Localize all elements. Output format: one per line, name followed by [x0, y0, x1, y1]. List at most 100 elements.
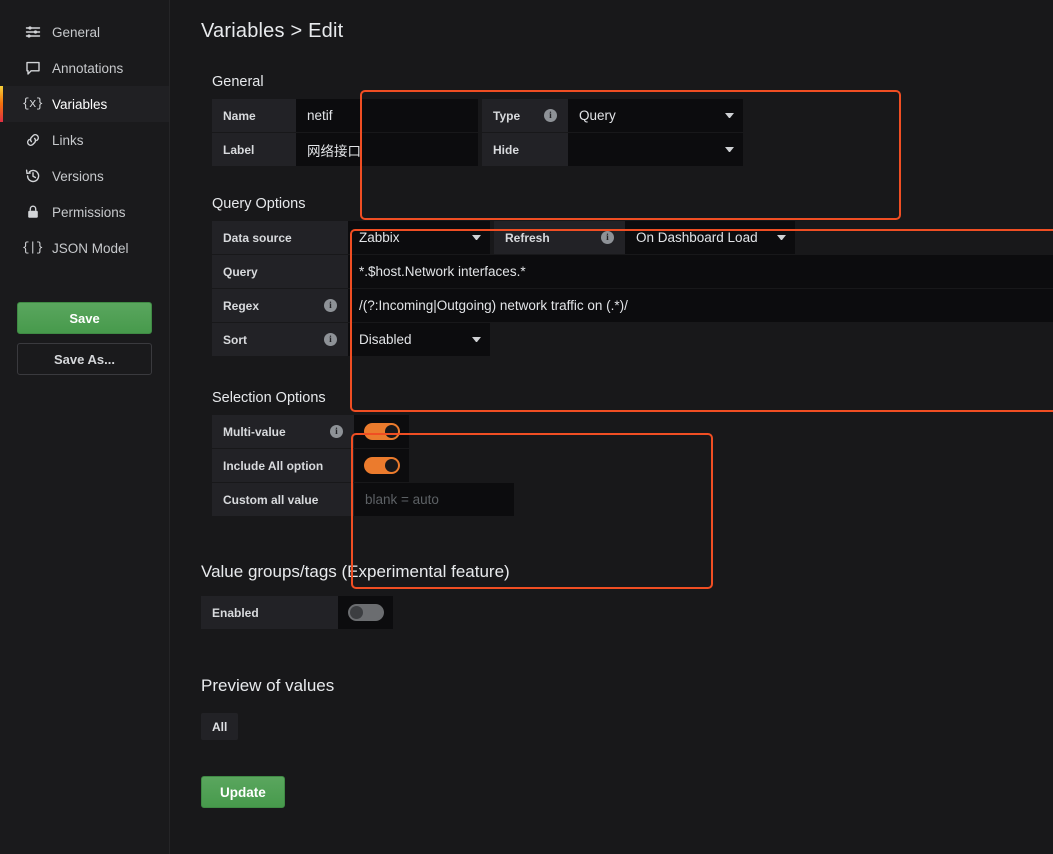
general-section: General Name Type i Query	[201, 60, 1053, 166]
name-label-text: Name	[223, 108, 256, 123]
sort-select-value: Disabled	[359, 332, 412, 347]
refresh-label-text: Refresh	[505, 230, 550, 245]
save-as-button[interactable]: Save As...	[17, 343, 152, 375]
include-all-toggle-cell	[354, 449, 409, 482]
sort-select[interactable]: Disabled	[348, 323, 490, 356]
datasource-field-label: Data source	[212, 221, 348, 254]
sort-label-text: Sort	[223, 332, 247, 347]
selection-row-custom-all: Custom all value	[201, 483, 1053, 516]
footer-actions: Update	[201, 776, 1053, 808]
datasource-select-value: Zabbix	[359, 230, 400, 245]
refresh-field-label: Refresh i	[494, 221, 625, 254]
sidebar-item-annotations[interactable]: Annotations	[0, 50, 169, 86]
query-row-datasource-refresh: Data source Zabbix Refresh i On Dashboar…	[201, 221, 1053, 254]
type-field-label: Type i	[482, 99, 568, 132]
sidebar-item-label: Annotations	[52, 60, 124, 76]
label-field-label: Label	[212, 133, 296, 166]
query-options-section-title: Query Options	[212, 196, 306, 212]
sidebar-item-label: Versions	[52, 168, 104, 184]
type-select[interactable]: Query	[568, 99, 743, 132]
info-icon: i	[324, 333, 337, 346]
query-field-label: Query	[212, 255, 348, 288]
sidebar-item-label: JSON Model	[52, 240, 129, 256]
datasource-select[interactable]: Zabbix	[348, 221, 490, 254]
info-icon: i	[330, 425, 343, 438]
query-row-sort: Sort i Disabled	[201, 323, 1053, 356]
value-groups-row-enabled: Enabled	[201, 596, 1053, 629]
query-row-regex: Regex i	[201, 289, 1053, 322]
custom-all-value-input[interactable]	[354, 483, 514, 516]
include-all-label-text: Include All option	[223, 458, 324, 473]
chevron-down-icon	[725, 147, 734, 152]
query-input[interactable]	[348, 255, 1053, 288]
sidebar-item-permissions[interactable]: Permissions	[0, 194, 169, 230]
query-row-query: Query	[201, 255, 1053, 288]
selection-options-section-title: Selection Options	[212, 390, 326, 406]
include-all-toggle[interactable]	[363, 457, 400, 474]
label-input[interactable]	[296, 133, 478, 166]
toggle-knob	[384, 459, 398, 472]
value-groups-enabled-toggle[interactable]	[347, 604, 384, 621]
multi-value-toggle-cell	[354, 415, 409, 448]
settings-sidebar: General Annotations {x} Variables Links	[0, 0, 170, 854]
lock-icon	[24, 204, 41, 221]
multi-value-field-label: Multi-value i	[212, 415, 354, 448]
sidebar-item-links[interactable]: Links	[0, 122, 169, 158]
general-section-title: General	[212, 74, 264, 90]
name-field-label: Name	[212, 99, 296, 132]
chevron-down-icon	[725, 113, 734, 118]
sidebar-item-label: General	[52, 24, 101, 40]
type-label-text: Type	[493, 108, 521, 123]
sidebar-item-json-model[interactable]: {|} JSON Model	[0, 230, 169, 266]
history-icon	[24, 168, 41, 185]
sidebar-item-label: Variables	[52, 96, 108, 112]
chevron-down-icon	[777, 235, 786, 240]
sidebar-item-label: Permissions	[52, 204, 126, 220]
value-groups-title: Value groups/tags (Experimental feature)	[201, 562, 510, 581]
preview-values-list: All	[201, 713, 1053, 740]
sliders-icon	[24, 24, 41, 41]
chevron-down-icon	[472, 235, 481, 240]
info-icon: i	[544, 109, 557, 122]
datasource-label-text: Data source	[223, 230, 292, 245]
sidebar-item-variables[interactable]: {x} Variables	[0, 86, 169, 122]
toggle-knob	[349, 606, 363, 619]
sort-field-label: Sort i	[212, 323, 348, 356]
name-input[interactable]	[296, 99, 478, 132]
comment-icon	[24, 60, 41, 77]
type-select-value: Query	[579, 108, 616, 123]
chevron-down-icon	[472, 337, 481, 342]
variables-edit-main: Variables > Edit General Name Type i	[170, 0, 1053, 854]
refresh-select-value: On Dashboard Load	[636, 230, 758, 245]
info-icon: i	[324, 299, 337, 312]
sidebar-actions: Save Save As...	[0, 302, 169, 375]
enabled-field-label: Enabled	[201, 596, 338, 629]
selection-row-multi-value: Multi-value i	[201, 415, 1053, 448]
curly-x-icon: {x}	[22, 97, 44, 111]
preview-value-chip: All	[201, 713, 239, 740]
sidebar-item-versions[interactable]: Versions	[0, 158, 169, 194]
general-row-label-hide: Label Hide	[201, 133, 1053, 166]
custom-all-label-text: Custom all value	[223, 492, 319, 507]
label-label-text: Label	[223, 142, 255, 157]
save-button[interactable]: Save	[17, 302, 152, 334]
settings-content: General Name Type i Query	[170, 60, 1053, 808]
page-title: Variables > Edit	[201, 20, 344, 42]
regex-field-label: Regex i	[212, 289, 348, 322]
hide-field-label: Hide	[482, 133, 568, 166]
selection-row-include-all: Include All option	[201, 449, 1053, 482]
hide-select[interactable]	[568, 133, 743, 166]
multi-value-toggle[interactable]	[363, 423, 400, 440]
preview-title: Preview of values	[201, 676, 335, 695]
toggle-knob	[384, 425, 398, 438]
sidebar-item-general[interactable]: General	[0, 14, 169, 50]
regex-input[interactable]	[348, 289, 1053, 322]
include-all-field-label: Include All option	[212, 449, 354, 482]
sidebar-item-label: Links	[52, 132, 84, 148]
refresh-select[interactable]: On Dashboard Load	[625, 221, 795, 254]
selection-options-section: Selection Options Multi-value i Include …	[201, 376, 1053, 516]
regex-label-text: Regex	[223, 298, 260, 313]
dashboard-settings-page: General Annotations {x} Variables Links	[0, 0, 1053, 854]
update-button[interactable]: Update	[201, 776, 285, 808]
link-icon	[24, 132, 41, 149]
